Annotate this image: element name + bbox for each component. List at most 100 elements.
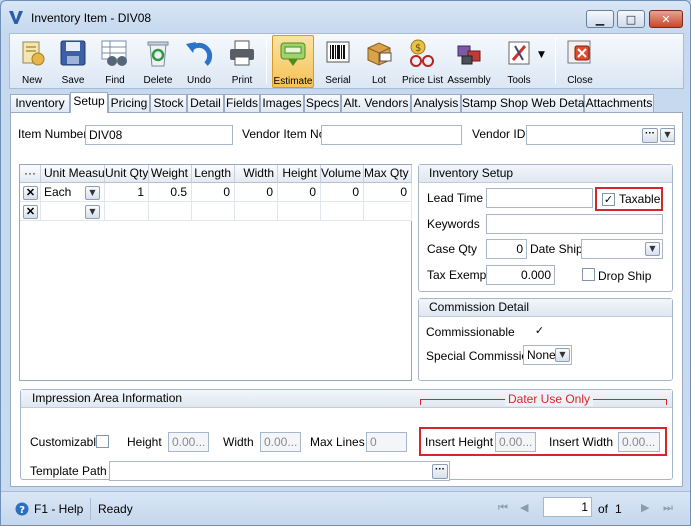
new-button[interactable]: New [13,35,51,88]
grid-header-volume[interactable]: Volume [321,165,364,183]
close-button[interactable]: Close [561,35,599,88]
template-path-browse-button[interactable]: ··· [432,464,448,479]
vendor-item-no-field[interactable] [321,125,462,145]
date-ship-dropdown-button[interactable]: ▼ [645,242,660,256]
delete-row-button[interactable]: ✕ [23,205,38,219]
template-path-field[interactable] [109,461,450,481]
grid-row-2-width[interactable] [235,202,278,221]
tab-analysis[interactable]: Analysis [411,94,461,112]
page-number-field[interactable]: 1 [543,497,592,517]
ellipsis-icon: ··· [24,166,36,180]
grid-row-2-volume[interactable] [321,202,364,221]
undo-button[interactable]: Undo [180,35,218,88]
taxable-checkbox[interactable]: ✓ [602,193,615,206]
previous-page-icon[interactable]: ◀ [520,501,528,514]
lead-time-field[interactable] [486,188,593,208]
tab-inventory[interactable]: Inventory [10,94,70,112]
delete-button-label: Delete [143,75,173,86]
undo-button-label: Undo [187,75,211,86]
grid-header-unit-measure[interactable]: Unit Measur [41,165,105,183]
grid-row-2-length[interactable] [192,202,235,221]
grid-row-1-weight[interactable]: 0.5 [149,183,192,202]
find-button[interactable]: Find [96,35,134,88]
price-list-button[interactable]: $ Price List [402,35,443,88]
serial-button[interactable]: Serial [319,35,357,88]
assembly-button[interactable]: Assembly [447,35,491,88]
grid-row-1-volume[interactable]: 0 [321,183,364,202]
window-close-button[interactable]: ✕ [649,10,683,28]
grid-row-1-unit-qty[interactable]: 1 [105,183,149,202]
keywords-field[interactable] [486,214,663,234]
tools-dropdown-icon[interactable]: ▼ [538,50,545,60]
help-icon: ? [15,502,29,516]
estimate-button[interactable]: Estimate [272,35,314,88]
maximize-button[interactable]: □ [617,10,645,28]
tab-setup[interactable]: Setup [70,92,108,113]
case-qty-field[interactable]: 0 [486,239,527,259]
help-link[interactable]: F1 - Help [34,502,83,516]
special-commission-dropdown-button[interactable]: ▼ [555,348,570,362]
new-icon [22,41,45,66]
commissionable-checkbox[interactable]: ✓ [533,325,546,338]
special-commission-label: Special Commission [426,349,535,363]
date-ship-label: Date Ship [530,242,583,256]
grid-header-height[interactable]: Height [278,165,321,183]
unit-measure-dropdown-button[interactable]: ▼ [85,205,100,219]
grid-options-button[interactable]: ··· [20,165,41,183]
tools-button[interactable]: Tools [500,35,538,88]
grid-header-unit-qty[interactable]: Unit Qty [105,165,149,183]
tab-images[interactable]: Images [260,94,304,112]
grid-row-2-height[interactable] [278,202,321,221]
grid-row-1-max-qty[interactable]: 0 [364,183,412,202]
tab-specs[interactable]: Specs [304,94,341,112]
customizable-checkbox[interactable] [96,435,109,448]
x-icon: ✕ [25,187,36,199]
item-number-field[interactable]: DIV08 [85,125,233,145]
close-icon [567,40,591,64]
insert-height-field[interactable]: 0.00... [495,432,536,452]
grid-header-width[interactable]: Width [235,165,278,183]
chevron-down-icon: ▼ [664,130,671,139]
minimize-button[interactable]: ▁ [586,10,614,28]
checkmark-icon: ✓ [603,193,614,206]
grid-row-1-length[interactable]: 0 [192,183,235,202]
tab-fields[interactable]: Fields [224,94,260,112]
next-page-icon[interactable]: ▶ [641,501,649,514]
grid-header-weight[interactable]: Weight [149,165,192,183]
tab-pricing[interactable]: Pricing [108,94,150,112]
grid-row-1-height[interactable]: 0 [278,183,321,202]
tab-stock[interactable]: Stock [150,94,187,112]
vendor-id-dropdown-button[interactable]: ▼ [660,128,675,142]
tab-stamp-shop-web-detail[interactable]: Stamp Shop Web Detail [461,94,590,112]
grid-row-1-width[interactable]: 0 [235,183,278,202]
tools-button-label: Tools [507,75,531,86]
print-button[interactable]: Print [223,35,261,88]
insert-width-field[interactable]: 0.00... [618,432,660,452]
last-page-icon[interactable]: ⏭ [663,501,673,515]
first-page-icon[interactable]: ⏮ [498,501,508,515]
height-field[interactable]: 0.00... [168,432,209,452]
tab-detail[interactable]: Detail [187,94,224,112]
grid-row-2-max-qty[interactable] [364,202,412,221]
width-field[interactable]: 0.00... [260,432,301,452]
delete-button[interactable]: Delete [138,35,178,88]
grid-row-2-unit-qty[interactable] [105,202,149,221]
grid-row-2-weight[interactable] [149,202,192,221]
ellipsis-icon: ··· [435,464,445,475]
tab-alt-vendors[interactable]: Alt. Vendors [341,94,411,112]
grid-header-length[interactable]: Length [192,165,235,183]
unit-measure-dropdown-button[interactable]: ▼ [85,186,100,200]
toolbar: New Save Find Delete Undo Print Estimate… [9,33,684,89]
chevron-down-icon: ▼ [649,244,656,253]
delete-row-button[interactable]: ✕ [23,186,38,200]
grid-header-max-qty[interactable]: Max Qty [364,165,412,183]
save-button[interactable]: Save [54,35,92,88]
vendor-id-lookup-button[interactable]: ··· [642,128,658,143]
tax-exempt-field[interactable]: 0.000 [486,265,555,285]
max-lines-field[interactable]: 0 [366,432,407,452]
drop-ship-checkbox[interactable] [582,268,595,281]
lot-button[interactable]: Lot [360,35,398,88]
tab-attachments[interactable]: Attachments [584,94,654,112]
commissionable-label: Commissionable [426,325,515,339]
lot-button-label: Lot [372,75,386,86]
